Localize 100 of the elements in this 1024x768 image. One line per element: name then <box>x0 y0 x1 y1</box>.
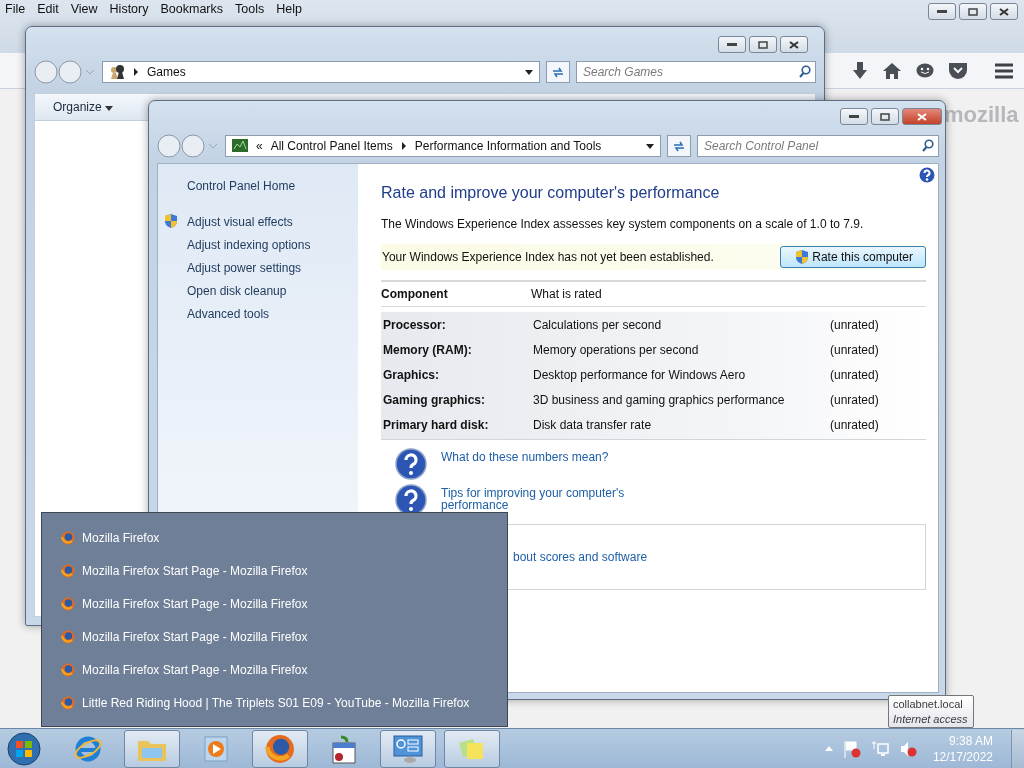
shield-icon <box>795 249 810 265</box>
table-cell-text: Disk data transfer rate <box>533 417 653 432</box>
table-cell-text: 3D business and gaming graphics performance <box>533 392 786 407</box>
minimize-icon <box>937 9 947 14</box>
help-link[interactable]: What do these numbers mean? <box>441 451 641 463</box>
refresh-icon <box>672 140 686 152</box>
taskbar-app[interactable] <box>124 729 180 768</box>
tooltip-subtitle: Internet access <box>893 712 969 727</box>
help-link[interactable]: bout scores and software <box>513 551 648 563</box>
window-thumbnail-title[interactable]: Mozilla Firefox Start Page - Mozilla Firefox <box>82 663 308 677</box>
table-cell-text: Memory (RAM): <box>383 342 473 357</box>
taskbar-app[interactable] <box>380 729 436 768</box>
taskbar-app[interactable] <box>252 729 308 768</box>
control-panel-icon <box>392 733 424 764</box>
table-cell-text: Calculations per second <box>533 317 663 332</box>
breadcrumb-overflow[interactable]: « <box>256 139 263 153</box>
minimize-button[interactable] <box>718 36 746 53</box>
dropdown-arrow-icon[interactable] <box>525 69 533 75</box>
sidebar-link[interactable]: Control Panel Home <box>187 178 358 194</box>
address-bar[interactable]: « All Control Panel Items Performance Information and Tools <box>225 135 661 157</box>
menu-item[interactable]: Help <box>275 1 303 17</box>
menu-icon[interactable] <box>994 62 1014 79</box>
description-text: The Windows Experience Index assesses key system components on a scale of 1.0 to 7.9. <box>381 217 865 231</box>
rate-button[interactable]: Rate this computer <box>780 246 926 268</box>
sidebar-link[interactable]: Advanced tools <box>187 306 358 322</box>
close-button[interactable] <box>902 108 942 125</box>
minimize-button[interactable] <box>928 3 956 20</box>
menu-item[interactable]: Tools <box>234 1 266 17</box>
minimize-icon <box>849 114 859 119</box>
breadcrumb-arrow-icon <box>133 68 139 76</box>
table-cell-text: (unrated) <box>830 417 880 432</box>
sidebar-link[interactable]: Adjust power settings <box>187 260 358 276</box>
maximize-icon <box>758 40 768 49</box>
help-icon[interactable] <box>919 167 935 183</box>
window-thumbnail-title[interactable]: Little Red Riding Hood | The Triplets S01 E09 - YouTube - Mozilla Firefox <box>82 696 470 710</box>
address-bar[interactable]: Games <box>102 61 540 83</box>
help-icon <box>395 448 427 480</box>
table-cell-text: (unrated) <box>830 392 880 407</box>
maximize-button[interactable] <box>959 3 987 20</box>
pocket-icon[interactable] <box>948 61 968 80</box>
search-field[interactable]: Search Control Panel <box>697 135 939 157</box>
monitor-icon <box>232 139 248 153</box>
download-icon[interactable] <box>852 61 868 80</box>
table-cell-text: (unrated) <box>830 317 880 332</box>
taskbar-app[interactable] <box>444 729 500 768</box>
play-icon <box>203 734 229 763</box>
browser-icon <box>265 733 295 764</box>
chat-icon[interactable] <box>916 62 934 79</box>
search-field[interactable]: Search Games <box>576 61 816 83</box>
tooltip-title: collabnet.local <box>893 697 964 712</box>
sidebar-link[interactable]: Open disk cleanup <box>187 283 358 299</box>
window-thumbnail-title[interactable]: Mozilla Firefox Start Page - Mozilla Firefox <box>82 597 308 611</box>
table-cell-text: Desktop performance for Windows Aero <box>533 367 747 382</box>
search-icon <box>922 139 934 152</box>
window-thumbnail-title[interactable]: Mozilla Firefox Start Page - Mozilla Firefox <box>82 630 308 644</box>
shield-icon <box>164 213 178 229</box>
sidebar-link[interactable]: Adjust indexing options <box>187 237 358 253</box>
refresh-icon <box>551 66 565 78</box>
browser-icon <box>61 597 75 611</box>
menu-item[interactable]: View <box>69 1 99 17</box>
breadcrumb-item[interactable]: All Control Panel Items <box>270 139 393 153</box>
table-cell-text: Primary hard disk: <box>383 417 490 432</box>
close-icon <box>789 40 799 49</box>
maximize-button[interactable] <box>749 36 777 53</box>
window-thumbnail-title[interactable]: Mozilla Firefox <box>82 531 160 545</box>
column-header: Component <box>381 287 449 301</box>
flag-icon[interactable] <box>842 739 861 758</box>
breadcrumb-item[interactable]: Performance Information and Tools <box>414 139 602 153</box>
table-cell-text: Processor: <box>383 317 447 332</box>
home-icon[interactable] <box>882 61 902 80</box>
menu-item[interactable]: History <box>108 1 150 17</box>
brand-logo: mozilla <box>944 102 1019 128</box>
help-link[interactable]: Tips for improving your computer's performance <box>441 487 641 511</box>
menu-item[interactable]: File <box>4 1 27 17</box>
breadcrumb-arrow-icon <box>400 142 407 150</box>
close-icon <box>999 7 1009 16</box>
menu-item[interactable]: Edit <box>36 1 60 17</box>
notice-text: Your Windows Experience Index has not yet been established. <box>382 250 714 264</box>
maximize-button[interactable] <box>871 108 899 125</box>
minimize-button[interactable] <box>840 108 868 125</box>
table-cell-text: (unrated) <box>830 367 880 382</box>
close-button[interactable] <box>780 36 808 53</box>
clock-date: 12/17/2022 <box>932 748 993 765</box>
table-cell-text: Gaming graphics: <box>383 392 487 407</box>
sidebar-link[interactable]: Adjust visual effects <box>187 214 358 230</box>
menu-item[interactable]: Bookmarks <box>159 1 224 17</box>
browser-icon <box>61 663 75 677</box>
dropdown-arrow-icon[interactable] <box>646 143 654 149</box>
start-button[interactable] <box>6 730 42 767</box>
browser-icon <box>61 531 75 545</box>
chess-pieces-icon <box>109 64 125 80</box>
table-cell-text: Memory operations per second <box>533 342 700 357</box>
refresh-button[interactable] <box>546 61 570 83</box>
close-button[interactable] <box>990 3 1018 20</box>
refresh-button[interactable] <box>667 135 691 157</box>
organize-menu[interactable]: Organize <box>49 98 118 116</box>
breadcrumb-item[interactable]: Games <box>147 65 186 79</box>
window-thumbnail-title[interactable]: Mozilla Firefox Start Page - Mozilla Firefox <box>82 564 308 578</box>
browser-icon <box>61 696 75 710</box>
table-cell-text: (unrated) <box>830 342 880 357</box>
